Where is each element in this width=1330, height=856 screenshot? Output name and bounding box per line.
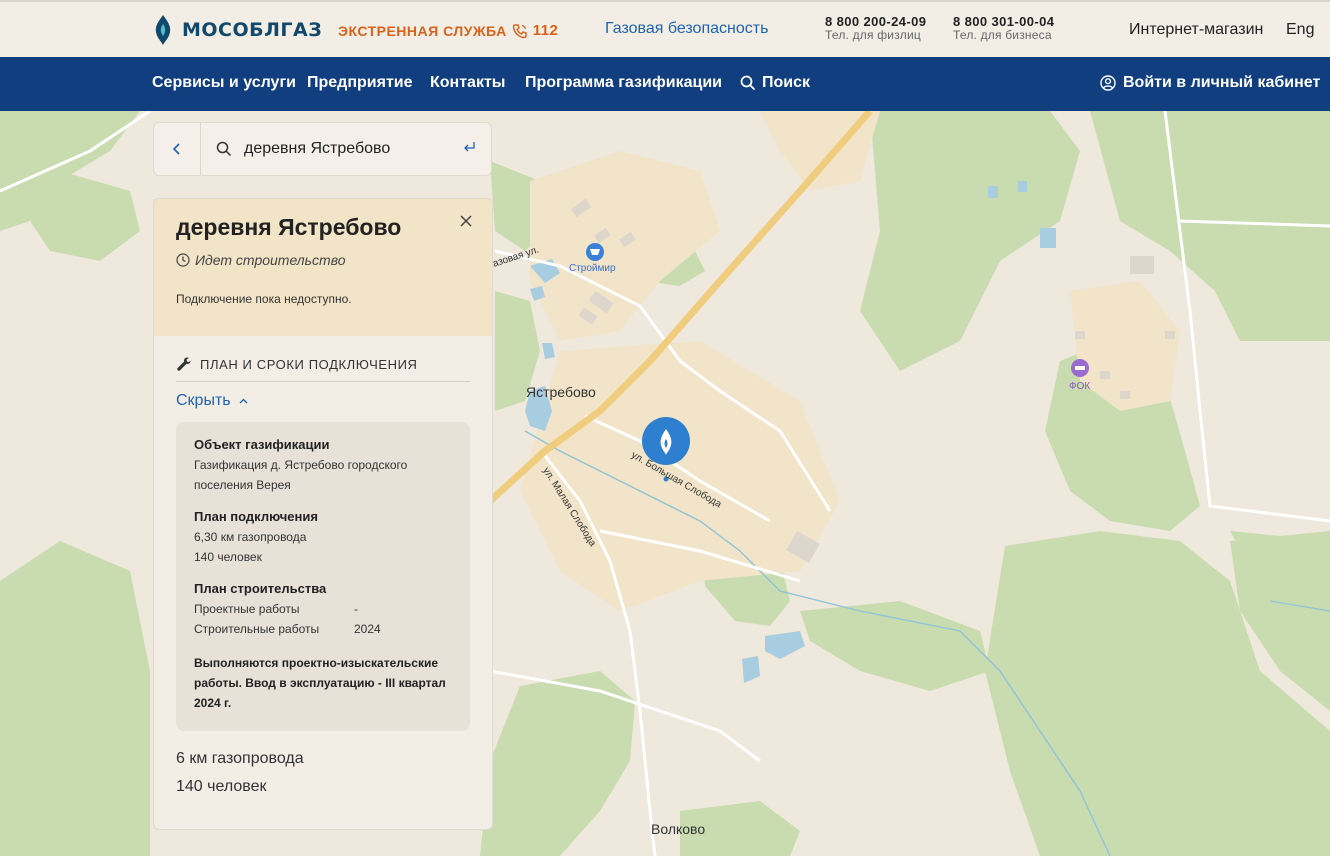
nav-company[interactable]: Предприятие — [307, 74, 413, 92]
construction-row: Проектные работы - — [194, 599, 452, 619]
plan-section-header: ПЛАН И СРОКИ ПОДКЛЮЧЕНИЯ — [176, 356, 470, 382]
map-label-volkovo: Волково — [651, 821, 706, 837]
map-poi-store[interactable]: Строймир — [569, 263, 616, 274]
phone-icon — [512, 23, 527, 38]
logo[interactable]: МОСОБЛГАЗ — [152, 14, 322, 46]
nav-search[interactable]: Поиск — [740, 74, 810, 92]
wrench-icon — [177, 357, 191, 371]
nav-gasification-program[interactable]: Программа газификации — [525, 74, 722, 92]
enter-icon[interactable] — [462, 140, 476, 154]
back-button[interactable] — [154, 123, 201, 175]
map-search-box — [153, 122, 492, 176]
connection-plan-block: План подключения 6,30 км газопровода 140… — [194, 509, 452, 567]
panel-header: деревня Ястребово Идет строительство Под… — [154, 199, 492, 336]
search-input[interactable] — [244, 140, 444, 158]
login-label: Войти в личный кабинет — [1123, 74, 1321, 91]
summary: 6 км газопровода 140 человек — [176, 745, 470, 801]
construction-head: План строительства — [194, 581, 327, 596]
hide-details-toggle[interactable]: Скрыть — [176, 392, 470, 410]
nav-contacts[interactable]: Контакты — [430, 74, 505, 92]
status-text: Идет строительство — [195, 252, 346, 268]
plan-section-title: ПЛАН И СРОКИ ПОДКЛЮЧЕНИЯ — [200, 356, 418, 372]
summary-line: 6 км газопровода — [176, 750, 304, 767]
chevron-up-icon — [239, 398, 248, 404]
logo-text: МОСОБЛГАЗ — [182, 19, 323, 41]
panel-title: деревня Ястребово — [176, 214, 402, 240]
construction-rows: Проектные работы - Строительные работы 2… — [194, 599, 452, 639]
progress-note: Выполняются проектно-изыскательские рабо… — [194, 656, 446, 710]
row-key: Строительные работы — [194, 622, 320, 636]
emergency-service[interactable]: ЭКСТРЕННАЯ СЛУЖБА 112 — [338, 22, 558, 39]
row-value: - — [354, 602, 358, 616]
emergency-label: ЭКСТРЕННАЯ СЛУЖБА — [338, 22, 507, 39]
phone-number: 8 800 200-24-09 — [825, 14, 927, 29]
phone-individuals[interactable]: 8 800 200-24-09 Тел. для физлиц — [825, 15, 926, 41]
connection-line: 140 человек — [194, 550, 262, 564]
construction-row: Строительные работы 2024 — [194, 619, 452, 639]
connection-head: План подключения — [194, 509, 318, 524]
plan-details-card: Объект газификации Газификация д. Ястреб… — [176, 422, 470, 731]
online-shop-link[interactable]: Интернет-магазин — [1129, 21, 1263, 39]
status-badge: Идет строительство — [176, 252, 470, 268]
location-info-panel: деревня Ястребово Идет строительство Под… — [153, 198, 493, 830]
construction-plan-block: План строительства Проектные работы - Ст… — [194, 581, 452, 639]
row-value: 2024 — [354, 622, 381, 636]
flame-logo-icon — [155, 15, 171, 45]
language-switch[interactable]: Eng — [1286, 21, 1314, 39]
connection-lines: 6,30 км газопровода 140 человек — [194, 527, 452, 567]
object-text: Газификация д. Ястребово городского посе… — [194, 458, 408, 492]
phone-caption: Тел. для бизнеса — [953, 27, 1052, 42]
object-block: Объект газификации Газификация д. Ястреб… — [194, 437, 452, 495]
nav-services[interactable]: Сервисы и услуги — [152, 74, 296, 92]
search-icon — [740, 75, 756, 91]
user-icon — [1100, 75, 1116, 91]
emergency-number: 112 — [532, 22, 559, 39]
chevron-left-icon — [172, 143, 180, 155]
object-head: Объект газификации — [194, 437, 330, 452]
top-header: МОСОБЛГАЗ ЭКСТРЕННАЯ СЛУЖБА 112 Газовая … — [0, 0, 1330, 57]
map-poi-fok[interactable]: ФОК — [1069, 381, 1090, 392]
close-icon[interactable] — [460, 215, 472, 227]
connection-note: Подключение пока недоступно. — [176, 292, 352, 306]
login-button[interactable]: Войти в личный кабинет — [1100, 74, 1320, 92]
phone-caption: Тел. для физлиц — [825, 27, 921, 42]
clock-icon — [176, 253, 190, 267]
search-icon — [216, 141, 232, 157]
phone-number: 8 800 301-00-04 — [953, 14, 1055, 29]
map-label-village: Ястребово — [526, 384, 596, 400]
hide-label: Скрыть — [176, 392, 231, 409]
nav-search-label: Поиск — [762, 74, 811, 91]
connection-line: 6,30 км газопровода — [194, 530, 307, 544]
summary-line: 140 человек — [176, 778, 267, 795]
gas-safety-link[interactable]: Газовая безопасность — [605, 20, 768, 38]
row-key: Проектные работы — [194, 602, 300, 616]
phone-business[interactable]: 8 800 301-00-04 Тел. для бизнеса — [953, 15, 1054, 41]
main-nav: Сервисы и услуги Предприятие Контакты Пр… — [0, 57, 1330, 111]
